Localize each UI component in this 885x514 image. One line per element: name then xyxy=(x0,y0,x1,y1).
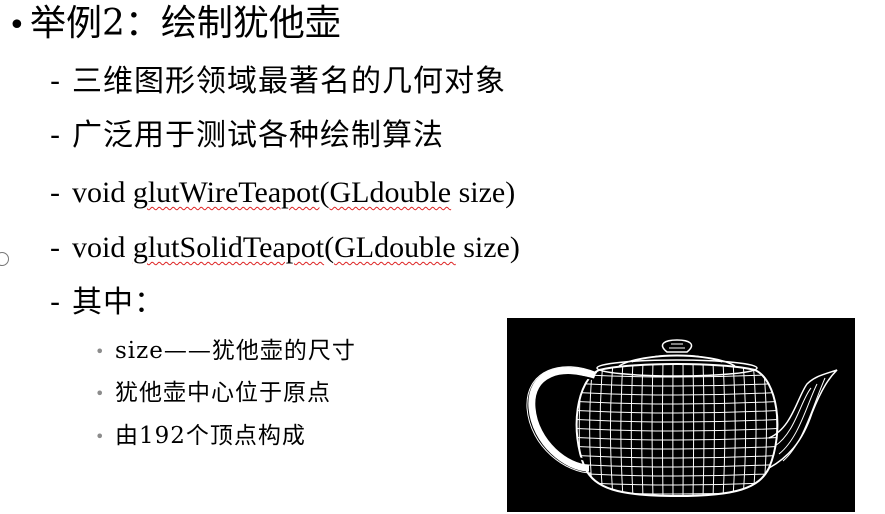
wire-meridian xyxy=(712,364,715,496)
title-bullet: • xyxy=(8,8,26,43)
detail-bullet: • xyxy=(95,427,106,446)
wire-meridian xyxy=(651,364,654,496)
detail-item-vertices: • 由192个顶点构成 xyxy=(95,421,306,452)
item-dash: - xyxy=(50,176,60,209)
wire-parallel xyxy=(576,382,778,387)
item-text: 三维图形领域最著名的几何对象 xyxy=(72,64,506,99)
detail-bullet: • xyxy=(95,384,106,403)
wire-meridian xyxy=(772,364,778,496)
detail-text: 由192个顶点构成 xyxy=(115,423,306,449)
wire-parallel xyxy=(576,391,778,396)
wire-meridian xyxy=(783,362,787,498)
wire-meridian xyxy=(569,362,573,498)
code-function-name: glutSolidTeapot xyxy=(132,231,325,264)
code-prefix: void xyxy=(72,176,133,209)
wireframe-teapot-icon xyxy=(526,339,838,498)
item-dash: - xyxy=(50,64,62,99)
detail-item-center: • 犹他壶中心位于原点 xyxy=(95,378,331,409)
code-paren: ( xyxy=(324,231,335,264)
item-text: 其中： xyxy=(72,285,165,320)
code-function-name: glutWireTeapot xyxy=(132,176,320,209)
wire-meridian xyxy=(692,364,695,496)
detail-text: 犹他壶中心位于原点 xyxy=(115,380,331,406)
wire-parallel xyxy=(576,463,778,468)
wire-meridian xyxy=(661,364,664,496)
wire-parallel xyxy=(576,490,778,495)
bullet-item-famous-object: - 三维图形领域最著名的几何对象 xyxy=(50,63,506,101)
slide-title: • 举例2：绘制犹他壶 xyxy=(8,2,341,48)
detail-item-size: • size——犹他壶的尺寸 xyxy=(95,336,356,367)
detail-text: size——犹他壶的尺寸 xyxy=(115,338,356,364)
item-dash: - xyxy=(50,285,62,320)
bullet-item-testing-algorithms: - 广泛用于测试各种绘制算法 xyxy=(50,117,444,155)
bullet-item-where: - 其中： xyxy=(50,284,165,322)
wire-meridian xyxy=(702,364,705,496)
detail-bullet: • xyxy=(95,342,106,361)
bullet-item-wire-teapot-signature: - void glutWireTeapot(GLdouble size) xyxy=(50,174,515,212)
item-text: 广泛用于测试各种绘制算法 xyxy=(72,118,444,153)
code-type: GLdouble xyxy=(329,176,452,209)
wire-meridian xyxy=(578,364,584,496)
bullet-item-solid-teapot-signature: - void glutSolidTeapot(GLdouble size) xyxy=(50,229,520,267)
wire-parallel xyxy=(576,472,778,477)
teapot-figure xyxy=(507,318,855,512)
code-rest: size) xyxy=(451,176,516,209)
title-text: 举例2：绘制犹他壶 xyxy=(30,3,341,44)
item-dash: - xyxy=(50,118,62,153)
wire-meridian xyxy=(641,364,644,496)
code-paren: ( xyxy=(319,176,330,209)
code-type: GLdouble xyxy=(334,231,456,264)
code-rest: size) xyxy=(455,231,520,264)
item-dash: - xyxy=(50,231,60,264)
code-prefix: void xyxy=(72,231,133,264)
slide-edge-circle-icon xyxy=(0,252,9,266)
